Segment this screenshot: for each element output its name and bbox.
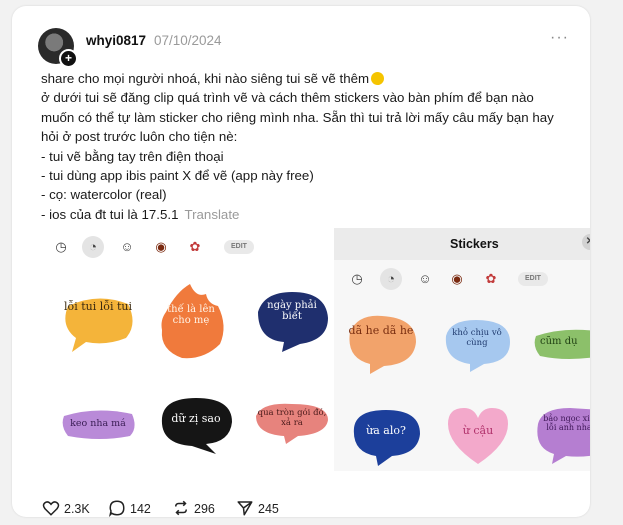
post-line: muốn có thể tự làm sticker cho riêng mìn…	[41, 109, 554, 125]
sticker-peel-icon[interactable]: ◔	[380, 268, 402, 290]
sticker[interactable]	[348, 406, 424, 468]
more-options-icon[interactable]: ···	[550, 29, 569, 47]
post-text: share cho mọi người nhoá, khi nào siêng …	[41, 69, 581, 224]
recent-clock-icon[interactable]: ◷	[346, 268, 368, 290]
sticker[interactable]	[532, 404, 590, 464]
sticker[interactable]	[156, 394, 236, 456]
grinning-sweat-emoji-icon	[371, 72, 385, 85]
post-line: - ios của đt tui là 17.5.1 Translate	[41, 205, 581, 224]
sticker-pack-icon[interactable]: ✿	[184, 236, 206, 258]
username[interactable]: whyi0817	[86, 33, 146, 48]
edit-button[interactable]: EDIT	[518, 272, 548, 286]
share-count: 245	[258, 502, 279, 516]
stickers-panel-header: Stickers ✕	[334, 228, 590, 260]
sticker-pack-icon[interactable]: ◉	[446, 268, 468, 290]
follow-plus-icon[interactable]: +	[59, 49, 78, 68]
emoji-face-icon[interactable]: ☺	[116, 236, 138, 258]
sticker-tabbar: ◷ ◔ ☺ ◉ ✿ EDIT	[38, 236, 278, 262]
sticker-label: ừa alo?	[366, 424, 406, 437]
repost-count: 296	[194, 502, 215, 516]
emoji-face-icon[interactable]: ☺	[414, 268, 436, 290]
sticker-label: ừ cậu	[462, 424, 494, 437]
comment-icon	[109, 500, 125, 517]
post-card: + whyi0817 07/10/2024 ··· share cho mọi …	[12, 6, 590, 517]
close-icon[interactable]: ✕	[582, 234, 590, 250]
sticker-tabbar: ◷ ◔ ☺ ◉ ✿ EDIT	[334, 268, 574, 294]
post-line: share cho mọi người nhoá, khi nào siêng …	[41, 69, 581, 88]
post-line: hỏi ở post trước luôn cho tiện nè:	[41, 129, 238, 145]
sticker-label: lỗi tui lỗi tui	[63, 300, 133, 313]
sticker[interactable]	[344, 312, 420, 376]
sticker-label: cũm dụ	[540, 336, 578, 347]
sticker-label: dã he dã he	[348, 324, 414, 337]
sticker-pack-icon[interactable]: ✿	[480, 268, 502, 290]
sticker-pack-icon[interactable]: ◉	[150, 236, 172, 258]
send-icon	[237, 501, 253, 516]
like-count: 2.3K	[64, 502, 90, 516]
repost-icon	[175, 500, 187, 516]
recent-clock-icon[interactable]: ◷	[50, 236, 72, 258]
heart-icon	[42, 501, 60, 516]
post-date: 07/10/2024	[154, 33, 222, 48]
comment-count: 142	[130, 502, 151, 516]
share-button[interactable]: 245	[236, 499, 279, 517]
post-line: ở dưới tui sẽ đăng clip quá trình vẽ và …	[41, 90, 534, 106]
media-image-right[interactable]: Stickers ✕ ◷ ◔ ☺ ◉ ✿ EDIT dã he dã he kh…	[334, 228, 590, 471]
translate-link[interactable]: Translate	[184, 207, 239, 222]
comment-button[interactable]: 142	[108, 499, 151, 517]
sticker-label: dữ zị sao	[171, 412, 221, 425]
repost-button[interactable]: 296	[172, 499, 215, 517]
post-line: - cọ: watercolor (real)	[41, 187, 167, 203]
sticker-label: thế là lên cho mẹ	[167, 304, 215, 326]
sticker-label: ngày phải biết	[267, 300, 317, 322]
edit-button[interactable]: EDIT	[224, 240, 254, 254]
sticker-peel-icon[interactable]: ◔	[82, 236, 104, 258]
panel-title: Stickers	[450, 237, 499, 251]
sticker-label: qua tròn gói đó, xả ra	[257, 408, 327, 428]
sticker-label: bảo ngọc xin lỗi anh nha	[543, 414, 590, 432]
post-line-text: - ios của đt tui là 17.5.1	[41, 206, 179, 222]
like-button[interactable]: 2.3K	[42, 499, 90, 517]
sticker-label: keo nha má	[70, 418, 126, 429]
post-line: - tui vẽ bằng tay trên điện thoại	[41, 148, 224, 164]
post-line: - tui dùng app ibis paint X để vẽ (app n…	[41, 168, 314, 184]
sticker-label: khỏ chịu vô cùng	[452, 328, 502, 348]
post-line-text: share cho mọi người nhoá, khi nào siêng …	[41, 71, 370, 86]
media-image-left[interactable]: ◷ ◔ ☺ ◉ ✿ EDIT lỗi tui lỗi tui thế là lê…	[38, 228, 348, 471]
